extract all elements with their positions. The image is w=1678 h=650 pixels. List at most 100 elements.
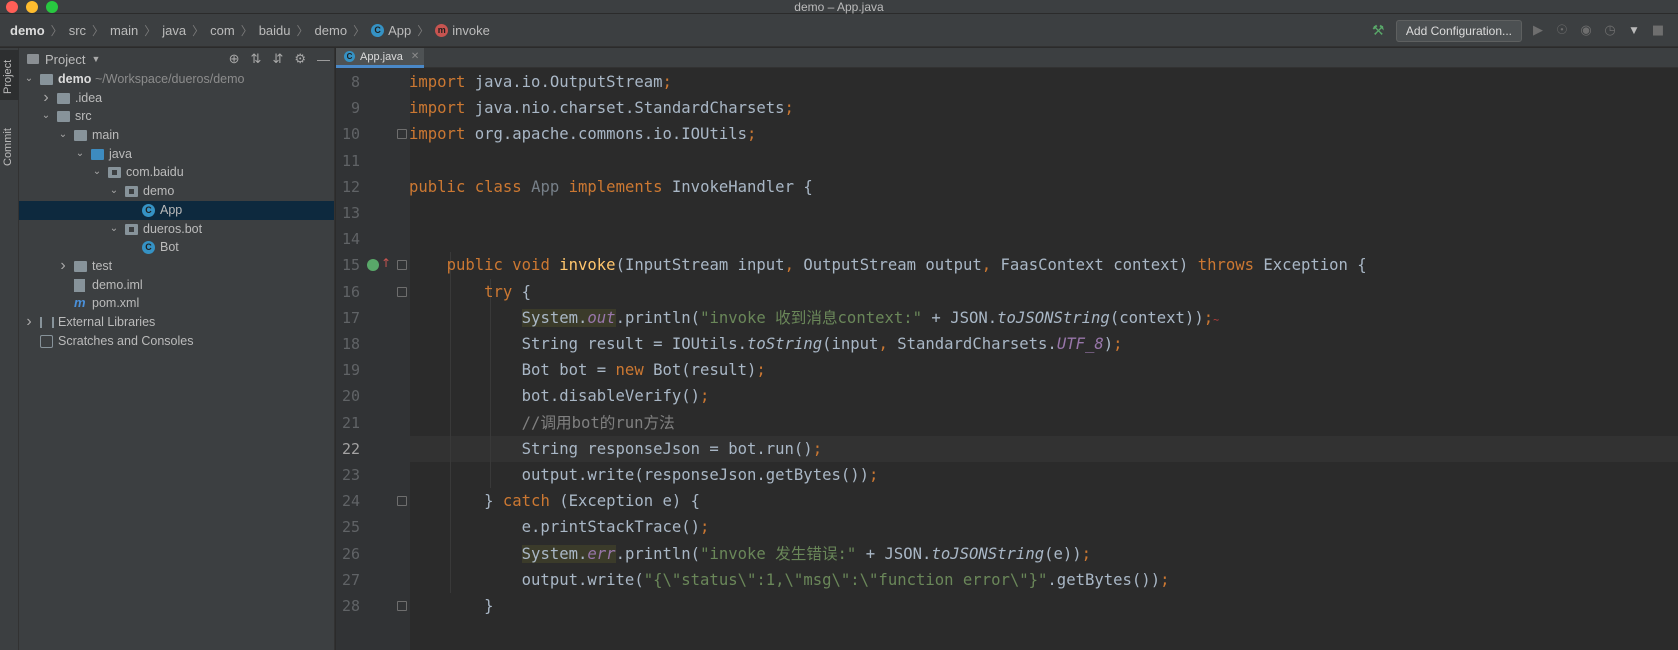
tree-item[interactable]: m pom.xml	[19, 294, 334, 313]
chevron-down-icon[interactable]: ⌄	[40, 107, 52, 126]
fold-marker-icon[interactable]	[397, 496, 407, 507]
chevron-down-icon[interactable]: ⌄	[108, 220, 120, 239]
code-token: import	[409, 125, 466, 144]
chevron-right-icon[interactable]: ›	[40, 89, 52, 108]
line-number: 13	[341, 204, 360, 222]
fold-marker-icon[interactable]	[397, 260, 407, 271]
chevron-down-icon[interactable]: ⌄	[91, 163, 103, 182]
tree-item-label: demo.iml	[92, 277, 143, 292]
code-token: e.printStackTrace()	[409, 518, 701, 537]
chevron-down-icon[interactable]: ⌄	[108, 182, 120, 201]
code-token: System.	[521, 308, 588, 327]
breadcrumb-item[interactable]: m invoke	[435, 23, 490, 38]
code-token: String result = IOUtils.	[409, 335, 747, 353]
tree-item[interactable]: ⌄ main	[19, 126, 334, 145]
tree-item[interactable]: ⌄ demo ~/Workspace/dueros/demo	[19, 70, 334, 89]
run-icon[interactable]: ▶	[1530, 23, 1546, 39]
line-number: 18	[341, 335, 360, 353]
expand-all-icon[interactable]: ⇅	[251, 51, 262, 67]
code-token: output.write(responseJson.getBytes())	[409, 466, 870, 484]
tree-item[interactable]: › External Libraries	[19, 313, 334, 332]
minimize-icon[interactable]: —	[317, 52, 330, 67]
fold-marker-icon[interactable]	[397, 286, 407, 297]
code-token: ;	[1113, 335, 1123, 353]
tab-app-java[interactable]: C App.java ✕	[336, 48, 424, 68]
code-token: .println(	[615, 308, 701, 327]
chevron-down-icon[interactable]: ⌄	[74, 145, 86, 164]
tree-item[interactable]: C App	[19, 200, 334, 220]
add-configuration-button[interactable]: Add Configuration...	[1395, 19, 1522, 42]
line-number: 10	[341, 125, 360, 144]
implemented-method-icon[interactable]	[367, 259, 379, 272]
tree-item[interactable]: ⌄ java	[19, 145, 334, 164]
tree-item[interactable]: › .idea	[19, 89, 334, 108]
code-token: try	[484, 282, 522, 301]
code-token: .println(	[615, 544, 701, 563]
project-tool-tab[interactable]: Project	[0, 50, 19, 100]
breadcrumb-item[interactable]: src	[69, 23, 86, 38]
locate-icon[interactable]: ⊕	[229, 51, 240, 67]
tree-item[interactable]: ⌄ demo	[19, 182, 334, 201]
breadcrumb-item[interactable]: demo	[10, 23, 45, 38]
code-token: App	[531, 177, 560, 196]
library-icon	[40, 316, 54, 328]
code-token: "invoke 发生错误:"	[700, 544, 857, 563]
breadcrumb-item[interactable]: baidu	[259, 23, 291, 38]
breadcrumb-item[interactable]: main	[110, 23, 138, 38]
line-number: 17	[341, 308, 360, 327]
close-icon[interactable]: ✕	[411, 51, 419, 62]
code-line: import java.nio.charset.StandardCharsets…	[409, 95, 794, 121]
breadcrumb-item[interactable]: demo	[315, 23, 348, 38]
class-icon: C	[371, 24, 385, 37]
code-token: Bot bot =	[409, 361, 616, 380]
tree-item[interactable]: C Bot	[19, 238, 334, 257]
debug-icon[interactable]: ☉	[1554, 23, 1570, 39]
project-panel-header[interactable]: Project ▼ ⊕ ⇅ ⇵ ⚙ —	[19, 48, 334, 70]
tree-item[interactable]: ⌄ src	[19, 107, 334, 126]
tree-item[interactable]: › test	[19, 257, 334, 276]
code-line: System.out.println("invoke 收到消息context:"…	[409, 305, 1219, 331]
stop-icon[interactable]: ■	[1650, 23, 1666, 39]
collapse-all-icon[interactable]: ⇵	[272, 51, 283, 67]
breadcrumb-item[interactable]: com	[210, 23, 235, 38]
tree-item[interactable]: ⌄ dueros.bot	[19, 220, 334, 239]
chevron-down-icon[interactable]: ▼	[91, 54, 100, 64]
line-number: 22	[341, 439, 360, 458]
hammer-icon[interactable]: ⚒	[1372, 23, 1388, 39]
tree-item-label: pom.xml	[92, 296, 140, 311]
tree-item[interactable]: demo.iml	[19, 276, 334, 295]
gear-icon[interactable]: ⚙	[294, 51, 306, 67]
code-line: }	[409, 593, 494, 619]
chevron-right-icon[interactable]: ›	[23, 313, 35, 332]
breadcrumb-item[interactable]: java	[162, 23, 186, 38]
breadcrumb-item[interactable]: C App	[371, 23, 411, 38]
tree-item-label: dueros.bot	[143, 221, 203, 236]
code-token: }	[409, 597, 494, 615]
maven-file-icon: m	[74, 295, 86, 311]
fold-marker-icon[interactable]	[397, 129, 407, 140]
tree-item-label: demo	[58, 72, 92, 86]
chevron-down-icon[interactable]: ⌄	[57, 126, 69, 145]
breadcrumb-separator-icon: 〉	[296, 24, 309, 38]
dropdown-icon[interactable]: ▼	[1626, 23, 1642, 39]
chevron-right-icon[interactable]: ›	[57, 257, 69, 276]
code-token: ;	[1203, 308, 1214, 327]
ide-window: demo – App.java demo 〉 src 〉 main 〉 java 〉 com 〉 b…	[0, 0, 1678, 650]
code-token: ;	[1081, 544, 1092, 563]
tree-item[interactable]: ⌄ com.baidu	[19, 163, 334, 182]
code-editor[interactable]: 8 9 10 11 12 13 14 15 ↑ 16 17 18 19 20 21 22 23 24 25 26 27 2…	[336, 68, 1678, 650]
package-icon	[108, 167, 121, 179]
package-icon	[125, 186, 138, 198]
code-token: toJSONString	[997, 308, 1110, 327]
tree-item[interactable]: Scratches and Consoles	[19, 332, 334, 351]
line-number: 12	[341, 177, 360, 196]
commit-tool-tab[interactable]: Commit	[0, 116, 19, 172]
fold-marker-icon[interactable]	[397, 601, 407, 611]
code-line: output.write(responseJson.getBytes());	[409, 462, 879, 488]
code-token: new	[615, 361, 654, 380]
profile-icon[interactable]: ◷	[1602, 23, 1618, 39]
coverage-icon[interactable]: ◉	[1578, 23, 1594, 39]
chevron-down-icon[interactable]: ⌄	[23, 70, 35, 89]
